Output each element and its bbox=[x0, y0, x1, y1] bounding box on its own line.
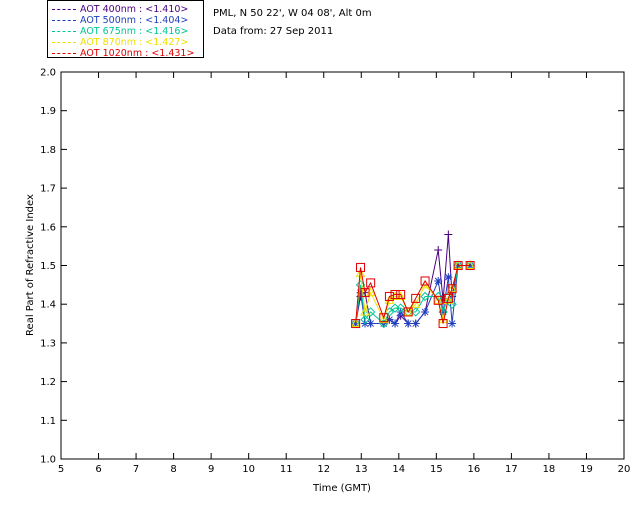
x-tick-label: 7 bbox=[133, 464, 139, 475]
x-tick-label: 6 bbox=[95, 464, 101, 475]
x-tick-label: 5 bbox=[58, 464, 64, 475]
y-tick-label: 1.4 bbox=[40, 300, 56, 311]
x-tick-label: 13 bbox=[355, 464, 368, 475]
y-tick-label: 1.6 bbox=[40, 222, 56, 233]
data-point bbox=[444, 273, 453, 282]
data-point bbox=[444, 230, 453, 239]
x-tick-label: 14 bbox=[392, 464, 405, 475]
data-point bbox=[434, 246, 443, 255]
data-point bbox=[434, 276, 443, 285]
data-point bbox=[411, 319, 420, 328]
series-layer bbox=[350, 230, 475, 329]
x-axis-title: Time (GMT) bbox=[312, 483, 371, 494]
data-point bbox=[391, 319, 400, 328]
y-tick-label: 1.1 bbox=[40, 416, 56, 427]
y-tick-label: 1.8 bbox=[40, 145, 56, 156]
y-axis-title: Real Part of Refractive Index bbox=[25, 194, 36, 336]
x-tick-label: 11 bbox=[280, 464, 293, 475]
y-tick-label: 1.9 bbox=[40, 106, 56, 117]
data-point bbox=[448, 319, 457, 328]
x-tick-label: 19 bbox=[580, 464, 593, 475]
y-tick-label: 1.0 bbox=[40, 455, 56, 466]
x-tick-label: 10 bbox=[242, 464, 255, 475]
y-tick-label: 1.5 bbox=[40, 261, 56, 272]
y-tick-label: 1.3 bbox=[40, 338, 56, 349]
data-point bbox=[404, 319, 413, 328]
x-tick-label: 12 bbox=[317, 464, 330, 475]
y-tick-label: 2.0 bbox=[40, 68, 56, 79]
x-tick-label: 16 bbox=[467, 464, 480, 475]
plot-frame bbox=[60, 71, 625, 460]
y-tick-label: 1.7 bbox=[40, 184, 56, 195]
x-axis: 5 6 7 8 9 10 11 12 13 14 15 16 17 18 19 20 bbox=[58, 72, 631, 475]
x-tick-label: 8 bbox=[170, 464, 176, 475]
x-tick-label: 9 bbox=[208, 464, 214, 475]
y-axis: 1.0 1.1 1.2 1.3 1.4 1.5 1.6 1.7 1.8 1.9 2.0 bbox=[40, 68, 624, 466]
chart: 5 6 7 8 9 10 11 12 13 14 15 16 17 18 19 20 1.0 1.1 1.2 1.3… bbox=[25, 68, 631, 495]
y-tick-label: 1.2 bbox=[40, 377, 56, 388]
x-tick-label: 18 bbox=[543, 464, 556, 475]
data-point bbox=[421, 307, 430, 316]
x-tick-label: 20 bbox=[618, 464, 631, 475]
x-tick-label: 17 bbox=[505, 464, 518, 475]
x-tick-label: 15 bbox=[430, 464, 443, 475]
